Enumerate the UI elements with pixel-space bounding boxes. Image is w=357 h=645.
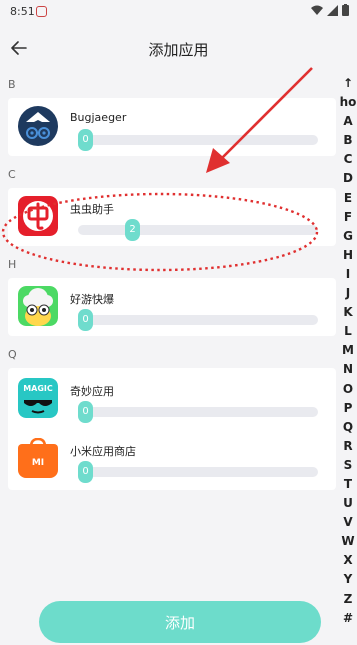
section-card-c: 虫虫助手 2 bbox=[8, 188, 336, 246]
alphabet-index-item[interactable]: V bbox=[343, 513, 352, 532]
alphabet-index-item[interactable]: F bbox=[344, 208, 352, 227]
section-card-q: MAGIC 奇妙应用 0 MI 小米应用商店 0 bbox=[8, 368, 336, 490]
bugjaeger-app-icon bbox=[18, 106, 58, 146]
alphabet-index-item[interactable]: G bbox=[343, 227, 353, 246]
alphabet-index-item[interactable]: K bbox=[343, 303, 352, 322]
status-bar: 8:51 bbox=[0, 0, 357, 24]
alphabet-index-item[interactable]: U bbox=[343, 494, 353, 513]
alphabet-index-item[interactable]: H bbox=[343, 246, 353, 265]
status-time: 8:51 bbox=[10, 5, 35, 18]
alphabet-index-item[interactable]: N bbox=[343, 360, 353, 379]
section-letter-h: H bbox=[8, 258, 17, 271]
battery-icon bbox=[342, 4, 349, 16]
add-button[interactable]: 添加 bbox=[39, 601, 321, 643]
slider-thumb[interactable]: 0 bbox=[78, 461, 93, 483]
app-name: 小米应用商店 bbox=[70, 445, 136, 458]
header: 添加应用 bbox=[0, 30, 357, 66]
slider-thumb[interactable]: 0 bbox=[78, 401, 93, 423]
alphabet-index-item[interactable]: Y bbox=[344, 570, 353, 589]
app-row-chongchong[interactable]: 虫虫助手 2 bbox=[8, 188, 336, 246]
app-name: 虫虫助手 bbox=[70, 203, 114, 216]
mi-store-app-icon: MI bbox=[18, 438, 58, 478]
slider-thumb[interactable]: 2 bbox=[125, 219, 140, 241]
notification-app-icon bbox=[36, 6, 47, 17]
alphabet-index-item[interactable]: S bbox=[344, 456, 353, 475]
alphabet-index-item[interactable]: ho bbox=[340, 93, 357, 112]
alphabet-index-item[interactable]: B bbox=[343, 131, 352, 150]
alphabet-index-item[interactable]: W bbox=[341, 532, 354, 551]
alphabet-index-item[interactable]: O bbox=[343, 380, 353, 399]
alphabet-index-item[interactable]: T bbox=[344, 475, 352, 494]
alphabet-index-item[interactable]: M bbox=[342, 341, 354, 360]
alphabet-index-item[interactable]: ↑ bbox=[343, 74, 353, 93]
app-name: Bugjaeger bbox=[70, 111, 127, 124]
magic-app-icon: MAGIC bbox=[18, 378, 58, 418]
slider-thumb[interactable]: 0 bbox=[78, 309, 93, 331]
alphabet-index-item[interactable]: C bbox=[344, 150, 353, 169]
level-slider[interactable]: 0 bbox=[78, 401, 318, 423]
signal-icon bbox=[327, 4, 338, 16]
alphabet-index-item[interactable]: J bbox=[346, 284, 350, 303]
alphabet-index-item[interactable]: X bbox=[343, 551, 352, 570]
page-title: 添加应用 bbox=[148, 41, 209, 59]
svg-text:MI: MI bbox=[32, 458, 44, 468]
app-row-mi-store[interactable]: MI 小米应用商店 0 bbox=[8, 430, 336, 488]
alphabet-index-item[interactable]: I bbox=[346, 265, 350, 284]
wifi-icon bbox=[311, 5, 323, 15]
alphabet-index-item[interactable]: Z bbox=[344, 590, 353, 609]
section-card-h: 好游快爆 0 bbox=[8, 278, 336, 336]
alphabet-index-item[interactable]: A bbox=[343, 112, 352, 131]
alphabet-index[interactable]: ↑ ho A B C D E F G H I J K L M N O P Q R S T U V W X Y Z # bbox=[339, 74, 357, 628]
app-name: 奇妙应用 bbox=[70, 385, 114, 398]
app-row-haoyou[interactable]: 好游快爆 0 bbox=[8, 278, 336, 336]
app-name: 好游快爆 bbox=[70, 293, 114, 306]
level-slider[interactable]: 0 bbox=[78, 461, 318, 483]
section-card-b: Bugjaeger 0 bbox=[8, 98, 336, 156]
alphabet-index-item[interactable]: D bbox=[343, 169, 353, 188]
level-slider[interactable]: 0 bbox=[78, 309, 318, 331]
chongchong-app-icon bbox=[18, 196, 58, 236]
slider-thumb[interactable]: 0 bbox=[78, 129, 93, 151]
alphabet-index-item[interactable]: L bbox=[344, 322, 352, 341]
section-letter-b: B bbox=[8, 78, 16, 91]
app-row-magic[interactable]: MAGIC 奇妙应用 0 bbox=[8, 370, 336, 428]
app-row-bugjaeger[interactable]: Bugjaeger 0 bbox=[8, 98, 336, 156]
section-letter-q: Q bbox=[8, 348, 17, 361]
section-letter-c: C bbox=[8, 168, 16, 181]
alphabet-index-item[interactable]: Q bbox=[343, 418, 353, 437]
alphabet-index-item[interactable]: P bbox=[344, 399, 353, 418]
svg-text:MAGIC: MAGIC bbox=[23, 384, 53, 393]
level-slider[interactable]: 0 bbox=[78, 129, 318, 151]
status-icons bbox=[311, 4, 349, 16]
level-slider[interactable]: 2 bbox=[78, 219, 318, 241]
alphabet-index-item[interactable]: # bbox=[343, 609, 353, 628]
alphabet-index-item[interactable]: R bbox=[343, 437, 352, 456]
alphabet-index-item[interactable]: E bbox=[344, 189, 352, 208]
haoyou-app-icon bbox=[18, 286, 58, 326]
